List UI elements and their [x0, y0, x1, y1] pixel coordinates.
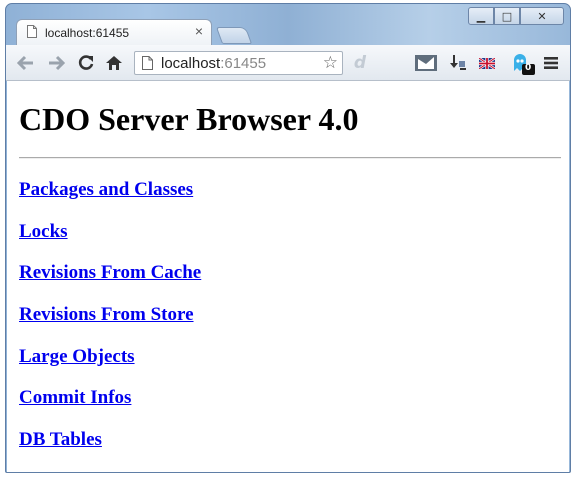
ghost-extension-button[interactable]: 0 [510, 51, 536, 75]
page-icon [27, 25, 37, 38]
nav-links: Packages and Classes Locks Revisions Fro… [19, 179, 569, 451]
maximize-button[interactable]: □ [494, 7, 520, 25]
browser-window: localhost:61455 × ▁ □ ✕ localhost:61455 … [5, 3, 571, 473]
new-tab-button[interactable] [215, 27, 253, 44]
back-button[interactable] [16, 53, 36, 73]
back-arrow-icon [17, 55, 33, 71]
link-db-tables[interactable]: DB Tables [19, 429, 569, 451]
horizontal-divider [19, 157, 561, 159]
chrome-menu-button[interactable] [543, 53, 559, 73]
bookmark-extension-icon [415, 55, 437, 71]
forward-button[interactable] [46, 53, 66, 73]
tab-title: localhost:61455 [45, 26, 130, 40]
address-port: :61455 [220, 55, 267, 72]
bookmark-extension-button[interactable] [415, 53, 437, 73]
home-icon [106, 56, 122, 70]
language-extension-button[interactable] [479, 53, 495, 73]
link-packages-and-classes[interactable]: Packages and Classes [19, 179, 569, 201]
extension-badge-count: 0 [525, 63, 532, 73]
address-host: localhost [161, 55, 221, 72]
page-content: CDO Server Browser 4.0 Packages and Clas… [7, 81, 569, 472]
home-button[interactable] [104, 53, 124, 73]
forward-arrow-icon [49, 55, 65, 71]
download-icon [450, 55, 466, 70]
ghost-extension-icon [514, 54, 535, 75]
link-commit-infos[interactable]: Commit Infos [19, 387, 569, 409]
reload-icon [78, 55, 94, 70]
link-revisions-from-cache[interactable]: Revisions From Cache [19, 262, 569, 284]
page-title: CDO Server Browser 4.0 [19, 101, 359, 137]
minimize-button[interactable]: ▁ [468, 7, 494, 25]
browser-tab[interactable]: localhost:61455 × [16, 19, 212, 46]
uk-flag-icon [479, 57, 495, 69]
menu-icon [544, 57, 558, 69]
window-controls: ▁ □ ✕ [468, 7, 564, 25]
reload-button[interactable] [76, 53, 96, 73]
dimmed-extension-button[interactable]: d [353, 53, 367, 73]
d-extension-icon: d [353, 53, 367, 73]
star-icon[interactable]: ☆ [323, 53, 338, 73]
tab-close-icon[interactable]: × [195, 23, 203, 39]
title-bar: localhost:61455 × ▁ □ ✕ [6, 4, 570, 46]
address-text: localhost:61455 [161, 55, 266, 72]
browser-toolbar: localhost:61455 ☆ d 0 [6, 45, 570, 81]
link-locks[interactable]: Locks [19, 221, 569, 243]
close-window-button[interactable]: ✕ [520, 7, 564, 25]
address-bar[interactable]: localhost:61455 ☆ [134, 51, 343, 75]
link-revisions-from-store[interactable]: Revisions From Store [19, 304, 569, 326]
link-large-objects[interactable]: Large Objects [19, 346, 569, 368]
download-extension-button[interactable] [447, 53, 467, 73]
page-icon [142, 56, 153, 70]
